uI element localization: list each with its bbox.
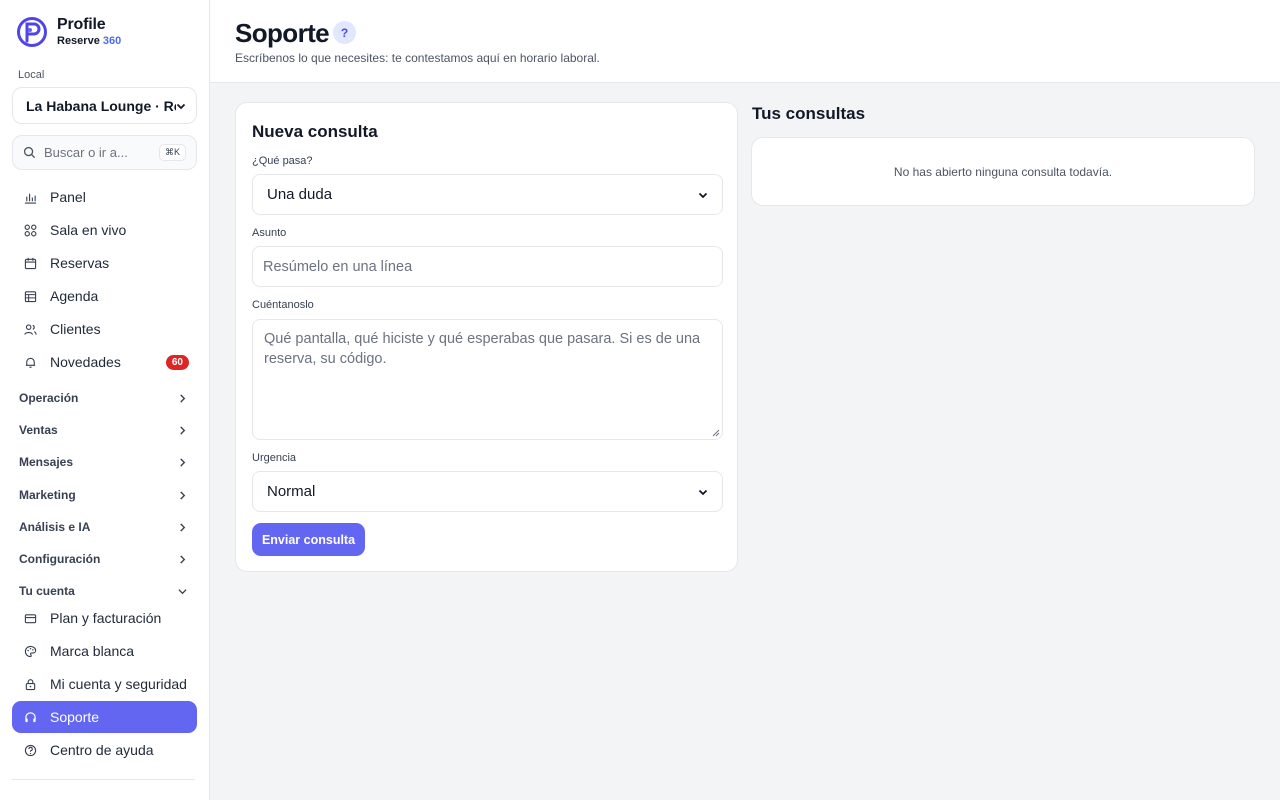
chevron-right-icon: [180, 522, 186, 532]
nav-group-marketing[interactable]: Marketing: [12, 483, 197, 507]
credit-card-icon: [24, 613, 37, 623]
sidebar-item-panel[interactable]: Panel: [12, 181, 197, 213]
local-label: Local: [18, 69, 45, 81]
body-label: Cuéntanoslo: [252, 299, 314, 311]
lock-icon: [25, 678, 36, 690]
search-input[interactable]: Buscar o ir a... ⌘K: [12, 135, 197, 170]
new-ticket-card: Nueva consulta ¿Qué pasa? Una duda Asunt…: [235, 102, 738, 572]
body-placeholder: Qué pantalla, qué hiciste y qué esperaba…: [264, 331, 701, 367]
sidebar: Profile Reserve 360 Local La Habana Loun…: [0, 0, 210, 800]
resize-handle-icon[interactable]: [712, 429, 720, 437]
type-select-value: Una duda: [267, 186, 333, 203]
page-header: Soporte ? Escríbenos lo que necesites: t…: [210, 0, 1280, 83]
empty-state-text: No has abierto ninguna consulta todavía.: [893, 164, 1113, 179]
logo-icon: [17, 17, 47, 47]
submit-ticket-button[interactable]: Enviar consulta: [252, 523, 365, 556]
help-circle-icon: [24, 744, 37, 756]
notification-badge: 60: [165, 354, 189, 370]
table-icon: [24, 290, 37, 302]
nav-group-configuracion[interactable]: Configuración: [12, 547, 197, 571]
bar-chart-icon: [24, 193, 37, 204]
brand-name: Profile: [57, 16, 106, 33]
brand-sub: Reserve 360: [57, 35, 122, 47]
sidebar-item-sala-en-vivo[interactable]: Sala en vivo: [12, 214, 197, 246]
sidebar-item-plan-facturacion[interactable]: Plan y facturación: [12, 602, 197, 634]
chevron-right-icon: [180, 393, 186, 403]
new-ticket-title: Nueva consulta: [252, 122, 378, 141]
search-placeholder: Buscar o ir a...: [44, 145, 128, 160]
sidebar-item-novedades[interactable]: Novedades 60: [12, 346, 197, 378]
sidebar-divider: [12, 779, 195, 780]
chevron-down-icon: [176, 103, 186, 109]
bell-icon: [25, 357, 36, 368]
chevron-down-icon: [698, 192, 708, 198]
tickets-empty-state: No has abierto ninguna consulta todavía.: [751, 137, 1255, 206]
page-subtitle: Escríbenos lo que necesites: te contesta…: [235, 51, 600, 65]
brand[interactable]: Profile Reserve 360: [16, 16, 121, 48]
nav-group-mensajes[interactable]: Mensajes: [12, 450, 197, 474]
nav-group-ventas[interactable]: Ventas: [12, 418, 197, 442]
local-select[interactable]: La Habana Lounge · Rest: [12, 87, 197, 124]
nav-group-tu-cuenta[interactable]: Tu cuenta: [12, 579, 197, 603]
subject-input[interactable]: Resúmelo en una línea: [252, 246, 723, 287]
chevron-right-icon: [180, 425, 186, 435]
chevron-right-icon: [180, 457, 186, 467]
urgency-label: Urgencia: [252, 452, 297, 464]
urgency-select[interactable]: Normal: [252, 471, 723, 512]
subject-placeholder: Resúmelo en una línea: [263, 258, 413, 275]
page-title: Soporte: [235, 18, 330, 48]
sidebar-item-clientes[interactable]: Clientes: [12, 313, 197, 345]
sidebar-item-mi-cuenta-seguridad[interactable]: Mi cuenta y seguridad: [12, 668, 197, 700]
chevron-right-icon: [180, 554, 186, 564]
help-button[interactable]: ?: [333, 21, 356, 44]
chevron-down-icon: [178, 588, 187, 594]
palette-icon: [24, 645, 37, 657]
tickets-title: Tus consultas: [752, 104, 866, 123]
chevron-right-icon: [180, 490, 186, 500]
search-shortcut: ⌘K: [158, 144, 186, 161]
urgency-select-value: Normal: [267, 483, 316, 500]
nav-group-analisis-ia[interactable]: Análisis e IA: [12, 515, 197, 539]
search-icon: [23, 146, 36, 159]
sidebar-item-agenda[interactable]: Agenda: [12, 280, 197, 312]
sidebar-item-reservas[interactable]: Reservas: [12, 247, 197, 279]
type-select[interactable]: Una duda: [252, 174, 723, 215]
subject-label: Asunto: [252, 227, 287, 239]
sidebar-item-marca-blanca[interactable]: Marca blanca: [12, 635, 197, 667]
sidebar-item-soporte[interactable]: Soporte: [12, 701, 197, 733]
body-textarea[interactable]: Qué pantalla, qué hiciste y qué esperaba…: [252, 319, 723, 440]
calendar-icon: [24, 257, 37, 269]
nav-group-operacion[interactable]: Operación: [12, 386, 197, 410]
users-icon: [24, 323, 37, 335]
type-label: ¿Qué pasa?: [252, 155, 313, 167]
sidebar-item-centro-ayuda[interactable]: Centro de ayuda: [12, 734, 197, 766]
chevron-down-icon: [698, 489, 708, 495]
headset-icon: [25, 711, 36, 722]
grid-icon: [24, 224, 37, 236]
